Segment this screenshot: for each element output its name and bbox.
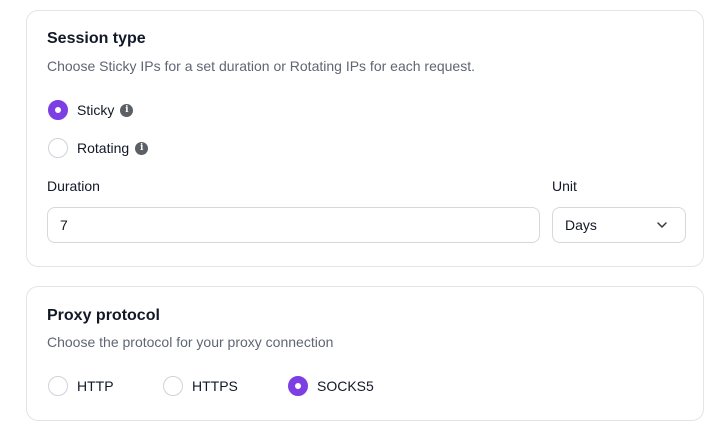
socks5-radio[interactable]: [288, 376, 308, 396]
session-type-card: Session type Choose Sticky IPs for a set…: [26, 10, 704, 267]
unit-value: Days: [565, 217, 597, 233]
info-icon[interactable]: i: [135, 141, 149, 155]
proxy-protocol-title: Proxy protocol: [47, 307, 160, 324]
rotating-radio[interactable]: [48, 138, 68, 158]
chevron-down-icon: [657, 220, 667, 230]
unit-select[interactable]: Days: [552, 207, 686, 243]
sticky-label: Sticky: [77, 102, 115, 118]
proxy-protocol-subtitle: Choose the protocol for your proxy conne…: [47, 334, 334, 350]
session-type-title: Session type: [47, 30, 146, 47]
rotating-label: Rotating: [77, 140, 130, 156]
radio-option-sticky[interactable]: Sticky i: [48, 100, 134, 120]
radio-option-socks5[interactable]: SOCKS5: [288, 376, 374, 396]
radio-option-rotating[interactable]: Rotating i: [48, 138, 149, 158]
socks5-label: SOCKS5: [317, 378, 374, 394]
duration-value: 7: [60, 217, 68, 233]
proxy-protocol-card: Proxy protocol Choose the protocol for y…: [26, 286, 704, 421]
radio-option-http[interactable]: HTTP: [48, 376, 114, 396]
https-label: HTTPS: [192, 378, 238, 394]
sticky-radio[interactable]: [48, 100, 68, 120]
duration-input[interactable]: 7: [47, 207, 540, 243]
http-radio[interactable]: [48, 376, 68, 396]
http-label: HTTP: [77, 378, 114, 394]
info-icon[interactable]: i: [120, 103, 134, 117]
duration-label: Duration: [47, 178, 100, 194]
session-type-subtitle: Choose Sticky IPs for a set duration or …: [47, 58, 475, 74]
unit-label: Unit: [552, 178, 577, 194]
radio-option-https[interactable]: HTTPS: [163, 376, 238, 396]
https-radio[interactable]: [163, 376, 183, 396]
